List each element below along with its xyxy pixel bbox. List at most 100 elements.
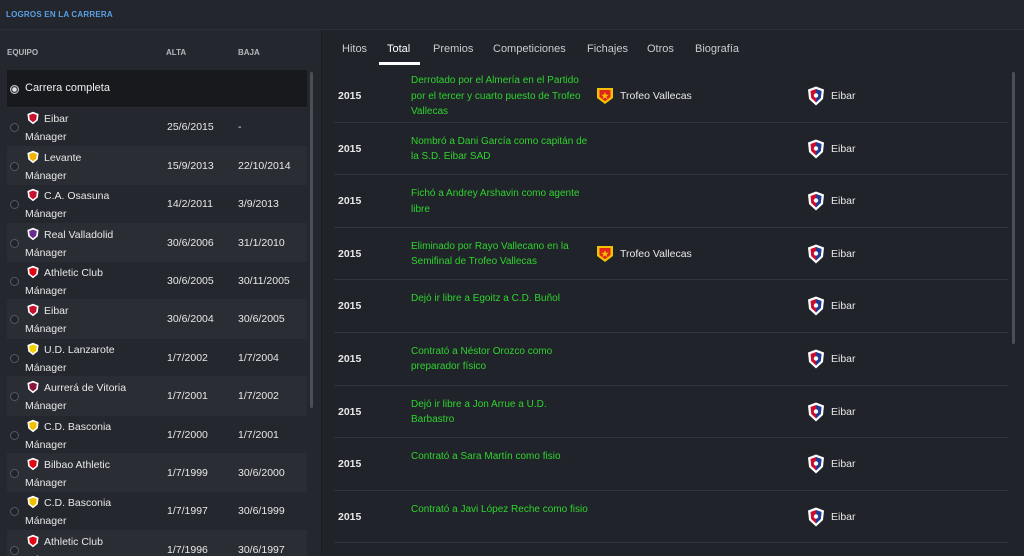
- event-year: 2015: [338, 352, 362, 365]
- club-name[interactable]: Aurrerá de Vitoria: [44, 382, 126, 394]
- tab-fichajes[interactable]: Fichajes: [587, 43, 628, 55]
- from-date: 1/7/1997: [167, 505, 208, 518]
- column-header-from[interactable]: ALTA: [166, 48, 186, 57]
- radio-icon[interactable]: [10, 238, 19, 248]
- event-year: 2015: [338, 90, 362, 102]
- radio-icon[interactable]: [10, 392, 19, 402]
- club-name[interactable]: Bilbao Athletic: [44, 459, 110, 471]
- active-tab-indicator: [379, 62, 420, 65]
- to-date: 30/11/2005: [238, 274, 290, 287]
- event-row[interactable]: 2015 Derrotado por el Almería en el Parti…: [334, 70, 1008, 123]
- club-crest-icon: [27, 534, 39, 547]
- career-row[interactable]: Real Valladolid Mánager 30/6/2006 31/1/2010: [7, 223, 307, 262]
- event-description: Nombró a Dani García como capitán de la …: [411, 135, 588, 163]
- to-date: 30/6/2000: [238, 466, 285, 479]
- radio-icon[interactable]: [10, 161, 19, 171]
- eibar-crest-icon: [806, 507, 826, 527]
- radio-icon[interactable]: [10, 123, 19, 133]
- career-row[interactable]: C.A. Osasuna Mánager 14/2/2011 3/9/2013: [7, 185, 307, 224]
- event-row[interactable]: 2015 Eliminado por Rayo Vallecano en la S…: [334, 228, 1008, 281]
- competition-name[interactable]: Trofeo Vallecas: [620, 248, 692, 260]
- club-name[interactable]: C.D. Basconia: [44, 421, 111, 433]
- radio-icon[interactable]: [10, 468, 19, 478]
- column-header-team[interactable]: EQUIPO: [7, 48, 38, 57]
- career-row[interactable]: Eibar Mánager 25/6/2015 -: [7, 108, 307, 147]
- event-description: Eliminado por Rayo Vallecano en la Semif…: [411, 240, 569, 268]
- role-label: Mánager: [25, 400, 67, 413]
- column-header-to[interactable]: BAJA: [238, 48, 260, 57]
- radio-icon[interactable]: [10, 545, 19, 555]
- radio-icon[interactable]: [10, 200, 19, 210]
- full-career-label: Carrera completa: [25, 82, 110, 94]
- radio-icon[interactable]: [10, 276, 19, 286]
- tab-competiciones[interactable]: Competiciones: [493, 43, 566, 55]
- event-club[interactable]: Eibar: [831, 143, 856, 155]
- event-club[interactable]: Eibar: [831, 90, 856, 102]
- from-date: 30/6/2006: [167, 236, 214, 249]
- radio-icon[interactable]: [10, 507, 19, 517]
- event-year: 2015: [338, 247, 362, 260]
- club-crest-icon: [27, 380, 39, 394]
- career-row[interactable]: Bilbao Athletic Mánager 1/7/1999 30/6/2000: [7, 453, 307, 493]
- event-row[interactable]: 2015 Dejó ir libre a Egoitz a C.D. Buñol E…: [334, 280, 1008, 333]
- radio-icon[interactable]: [10, 353, 19, 363]
- role-label: Mánager: [25, 169, 67, 182]
- event-club[interactable]: Eibar: [831, 248, 856, 260]
- club-name[interactable]: Athletic Club: [44, 267, 103, 279]
- competition-name[interactable]: Trofeo Vallecas: [620, 90, 692, 102]
- to-date: -: [238, 121, 242, 134]
- club-name[interactable]: C.A. Osasuna: [44, 190, 109, 202]
- tab-hitos[interactable]: Hitos: [342, 43, 367, 55]
- right-scrollbar[interactable]: [1012, 72, 1015, 344]
- to-date: 30/6/2005: [238, 313, 285, 326]
- club-name[interactable]: Eibar: [44, 305, 69, 317]
- club-crest-icon: [27, 188, 39, 202]
- event-row[interactable]: 2015 Nombró a Dani García como capitán de…: [334, 123, 1008, 176]
- club-crest-icon: [27, 227, 39, 240]
- eibar-crest-icon: [806, 139, 826, 159]
- left-scrollbar[interactable]: [310, 72, 313, 408]
- event-club[interactable]: Eibar: [831, 406, 856, 418]
- club-name[interactable]: Eibar: [44, 113, 69, 125]
- club-crest-icon: [27, 496, 39, 509]
- event-club[interactable]: Eibar: [831, 511, 856, 523]
- event-row[interactable]: 2015 Dejó ir libre a Jon Arrue a U.D. Bar…: [334, 386, 1008, 439]
- tab-total[interactable]: Total: [387, 43, 410, 55]
- career-row[interactable]: U.D. Lanzarote Mánager 1/7/2002 1/7/2004: [7, 339, 307, 378]
- event-description: Contrató a Néstor Orozco como preparador…: [411, 345, 553, 373]
- career-row[interactable]: Athletic Club Mánager 30/6/2005 30/11/2005: [7, 262, 307, 301]
- eibar-crest-icon: [806, 244, 826, 264]
- radio-icon[interactable]: [10, 315, 19, 325]
- event-club[interactable]: Eibar: [831, 300, 856, 312]
- tab-biografía[interactable]: Biografía: [695, 43, 739, 55]
- event-row[interactable]: 2015 Contrató a Sara Martín como fisio Eib…: [334, 438, 1008, 491]
- event-row[interactable]: 2015 Contrató a Néstor Orozco como prepar…: [334, 333, 1008, 386]
- event-row[interactable]: 2015 Contrató a Javi López Reche como fis…: [334, 491, 1008, 544]
- event-year: 2015: [338, 458, 362, 471]
- event-year: 2015: [338, 510, 362, 523]
- full-career-row[interactable]: Carrera completa: [7, 70, 307, 109]
- event-row[interactable]: 2015 Fichó a Andrey Arshavin como agente …: [334, 175, 1008, 228]
- club-name[interactable]: Real Valladolid: [44, 229, 113, 241]
- eibar-crest-icon: [806, 349, 826, 369]
- event-description: Dejó ir libre a Jon Arrue a U.D. Barbast…: [411, 398, 547, 426]
- club-crest-icon: [27, 419, 39, 432]
- career-row[interactable]: Athletic ClubMánager1/7/199630/6/1997: [7, 530, 307, 556]
- event-club[interactable]: Eibar: [831, 195, 856, 207]
- career-row[interactable]: Eibar Mánager 30/6/2004 30/6/2005: [7, 300, 307, 339]
- club-name[interactable]: U.D. Lanzarote: [44, 344, 115, 356]
- event-club[interactable]: Eibar: [831, 353, 856, 365]
- club-name[interactable]: Athletic Club: [44, 536, 103, 548]
- club-name[interactable]: Levante: [44, 152, 81, 164]
- event-club[interactable]: Eibar: [831, 458, 856, 470]
- club-crest-icon: [27, 112, 39, 125]
- career-row[interactable]: Levante Mánager 15/9/2013 22/10/2014: [7, 146, 307, 186]
- career-row[interactable]: Aurrerá de Vitoria Mánager 1/7/2001 1/7/200…: [7, 377, 307, 416]
- club-name[interactable]: C.D. Basconia: [44, 497, 111, 509]
- tab-premios[interactable]: Premios: [433, 43, 473, 55]
- career-row[interactable]: C.D. Basconia Mánager 1/7/1997 30/6/1999: [7, 492, 307, 531]
- career-row[interactable]: C.D. Basconia Mánager 1/7/2000 1/7/2001: [7, 416, 307, 454]
- radio-icon[interactable]: [10, 430, 19, 440]
- radio-selected-icon[interactable]: [10, 85, 19, 94]
- tab-otros[interactable]: Otros: [647, 43, 674, 55]
